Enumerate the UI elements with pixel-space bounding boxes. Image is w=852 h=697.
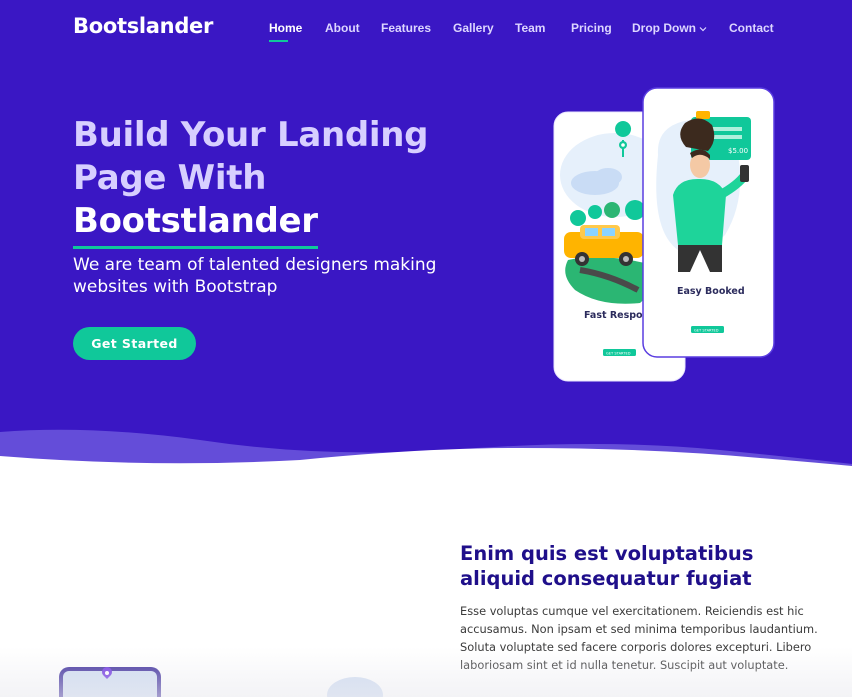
chevron-down-icon <box>699 26 707 32</box>
about-illustration <box>59 667 383 697</box>
hero-title-line1: Build Your Landing <box>73 115 429 155</box>
phone-left-button: GET STARTED <box>606 352 631 356</box>
get-started-button[interactable]: Get Started <box>73 327 196 360</box>
nav-gallery[interactable]: Gallery <box>453 21 494 35</box>
phone-right-caption: Easy Booked <box>677 286 745 297</box>
nav-team[interactable]: Team <box>515 21 545 35</box>
nav-home[interactable]: Home <box>269 21 302 35</box>
about-title: Enim quis est voluptatibus aliquid conse… <box>460 542 754 590</box>
hero-title-line2: Page With <box>73 158 267 198</box>
nav-about[interactable]: About <box>325 21 360 35</box>
main-nav: Home About Features Gallery Team Pricing… <box>0 21 852 45</box>
phone-right-button: GET STARTED <box>694 329 719 333</box>
hero-title: Build Your Landing Page With Bootstlande… <box>73 114 503 249</box>
nav-features[interactable]: Features <box>381 21 431 35</box>
page: Bootslander Home About Features Gallery … <box>0 0 852 697</box>
hero-phones-illustration: Fast Respon GET STARTED $5.00 Easy Booke… <box>553 87 775 382</box>
phone-right: $5.00 Easy Booked GET STARTED <box>642 87 775 358</box>
about-section: Enim quis est voluptatibus aliquid conse… <box>0 475 852 697</box>
nav-contact[interactable]: Contact <box>729 21 774 35</box>
hero-section: Bootslander Home About Features Gallery … <box>0 0 852 475</box>
hero-subtitle: We are team of talented designers making… <box>73 255 437 297</box>
nav-active-indicator <box>269 40 288 42</box>
about-text: Esse voluptas cumque vel exercitationem.… <box>460 604 818 672</box>
phone-left-caption: Fast Respon <box>584 310 650 321</box>
hero-title-highlight: Bootstlander <box>73 201 318 249</box>
phone-right-price: $5.00 <box>728 147 748 155</box>
hero-wave <box>0 429 852 475</box>
nav-dropdown-label: Drop Down <box>632 21 696 35</box>
nav-pricing[interactable]: Pricing <box>571 21 612 35</box>
nav-dropdown[interactable]: Drop Down <box>632 21 707 35</box>
